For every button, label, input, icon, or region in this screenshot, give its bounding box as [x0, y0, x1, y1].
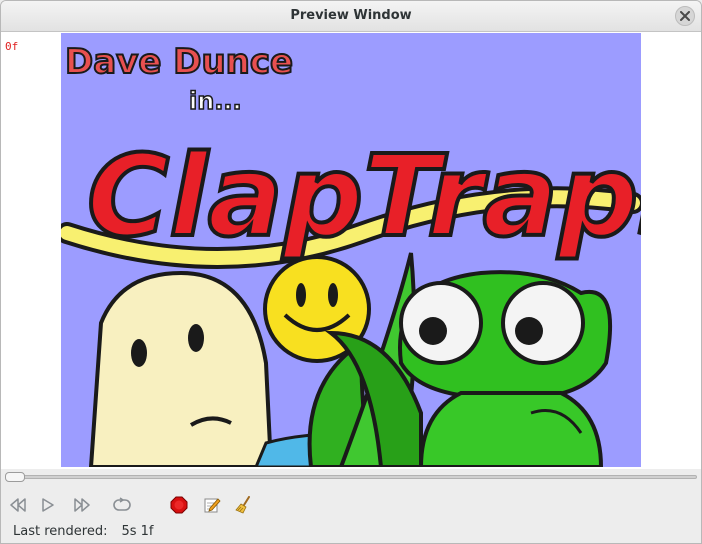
fast-forward-button[interactable] — [71, 494, 93, 516]
window-title: Preview Window — [290, 8, 412, 23]
clear-button[interactable] — [233, 494, 255, 516]
rewind-button[interactable] — [7, 494, 29, 516]
last-rendered-label: Last rendered: — [13, 524, 108, 539]
status-bar: Last rendered: 5s 1f — [13, 524, 153, 539]
title-bar[interactable]: Preview Window — [1, 1, 701, 32]
edit-icon — [204, 498, 221, 513]
play-button[interactable] — [37, 494, 59, 516]
edit-button[interactable] — [201, 494, 223, 516]
scroll-thumb[interactable] — [5, 472, 25, 482]
record-button[interactable] — [168, 494, 190, 516]
frog-character — [398, 270, 613, 467]
logo-text-claptraps: ClapTraps — [87, 132, 641, 262]
scroll-track[interactable] — [5, 475, 697, 479]
preview-area: 0f Dave Dunce in... ClapTraps — [1, 32, 701, 469]
play-icon — [42, 498, 54, 512]
close-icon — [680, 11, 690, 21]
loop-icon — [113, 497, 131, 511]
fast-forward-icon — [74, 498, 90, 512]
preview-window: Preview Window 0f Dave Dunce in... ClapT… — [0, 0, 702, 544]
timeline-scrollbar[interactable] — [5, 472, 697, 482]
loop-button[interactable] — [111, 494, 133, 516]
logo-text-dave-dunce: Dave Dunce — [65, 42, 293, 82]
frame-counter: 0f — [5, 40, 19, 53]
logo-text-in: in... — [189, 87, 242, 115]
close-button[interactable] — [675, 6, 695, 26]
playback-toolbar — [1, 491, 701, 519]
record-stop-icon — [170, 496, 188, 514]
broom-icon — [235, 496, 250, 514]
game-preview-image: Dave Dunce in... ClapTraps — [61, 33, 641, 467]
last-rendered-value: 5s 1f — [121, 524, 154, 539]
rewind-icon — [10, 498, 26, 512]
